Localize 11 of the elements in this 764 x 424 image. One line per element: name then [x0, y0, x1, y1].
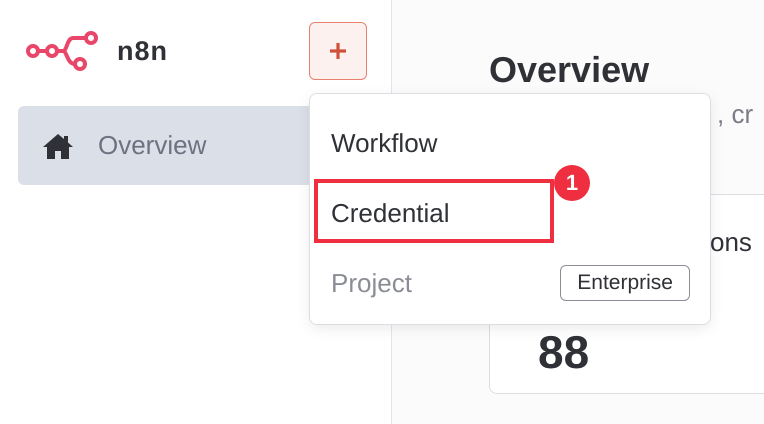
plus-icon [328, 41, 348, 61]
menu-item[interactable]: Credential [331, 198, 450, 228]
page-subtitle: , cr [717, 99, 754, 129]
enterprise-tag: Enterprise [560, 265, 690, 301]
page-title: Overview [489, 48, 650, 92]
card-value: 88 [538, 329, 590, 375]
add-button[interactable] [309, 22, 367, 80]
home-icon [42, 132, 74, 160]
step-number: 1 [554, 165, 590, 201]
logo-text: n8n [117, 36, 168, 66]
card-label: ons [710, 227, 752, 258]
